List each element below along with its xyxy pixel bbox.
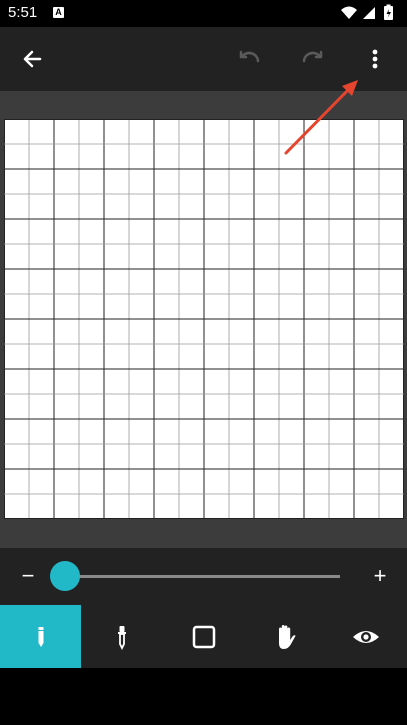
back-button[interactable] bbox=[14, 41, 50, 77]
redo-icon bbox=[302, 50, 323, 63]
pencil-icon bbox=[38, 626, 44, 647]
rectangle-tool[interactable] bbox=[163, 605, 244, 668]
status-time: 5:51 bbox=[8, 4, 38, 21]
eyedropper-icon bbox=[118, 625, 127, 650]
zoom-slider-thumb[interactable] bbox=[50, 561, 80, 591]
pencil-tool[interactable] bbox=[0, 605, 82, 668]
back-arrow-icon bbox=[23, 50, 42, 68]
battery-icon bbox=[384, 4, 393, 20]
eye-icon bbox=[353, 630, 380, 643]
zoom-bar: − + bbox=[0, 548, 407, 605]
more-vert-icon bbox=[372, 49, 378, 69]
pixel-grid-canvas[interactable] bbox=[4, 119, 404, 519]
status-bar: 5:51 A bbox=[0, 0, 407, 27]
canvas-area bbox=[0, 91, 407, 548]
zoom-in-button[interactable]: + bbox=[368, 564, 392, 588]
status-icons bbox=[339, 4, 401, 22]
zoom-out-button[interactable]: − bbox=[16, 564, 40, 588]
redo-button[interactable] bbox=[295, 41, 331, 77]
tool-bar bbox=[0, 605, 407, 668]
undo-icon bbox=[239, 50, 260, 63]
more-options-button[interactable] bbox=[357, 41, 393, 77]
system-nav-bar bbox=[0, 668, 407, 725]
hand-icon bbox=[278, 624, 296, 649]
zoom-slider[interactable] bbox=[50, 561, 340, 591]
pan-tool[interactable] bbox=[244, 605, 325, 668]
wifi-icon bbox=[341, 6, 357, 19]
square-icon bbox=[192, 625, 215, 648]
preview-tool[interactable] bbox=[326, 605, 407, 668]
notification-icon: A bbox=[53, 7, 64, 18]
undo-button[interactable] bbox=[231, 41, 267, 77]
cellular-icon bbox=[363, 7, 375, 19]
app-toolbar bbox=[0, 27, 407, 91]
eyedropper-tool[interactable] bbox=[81, 605, 162, 668]
